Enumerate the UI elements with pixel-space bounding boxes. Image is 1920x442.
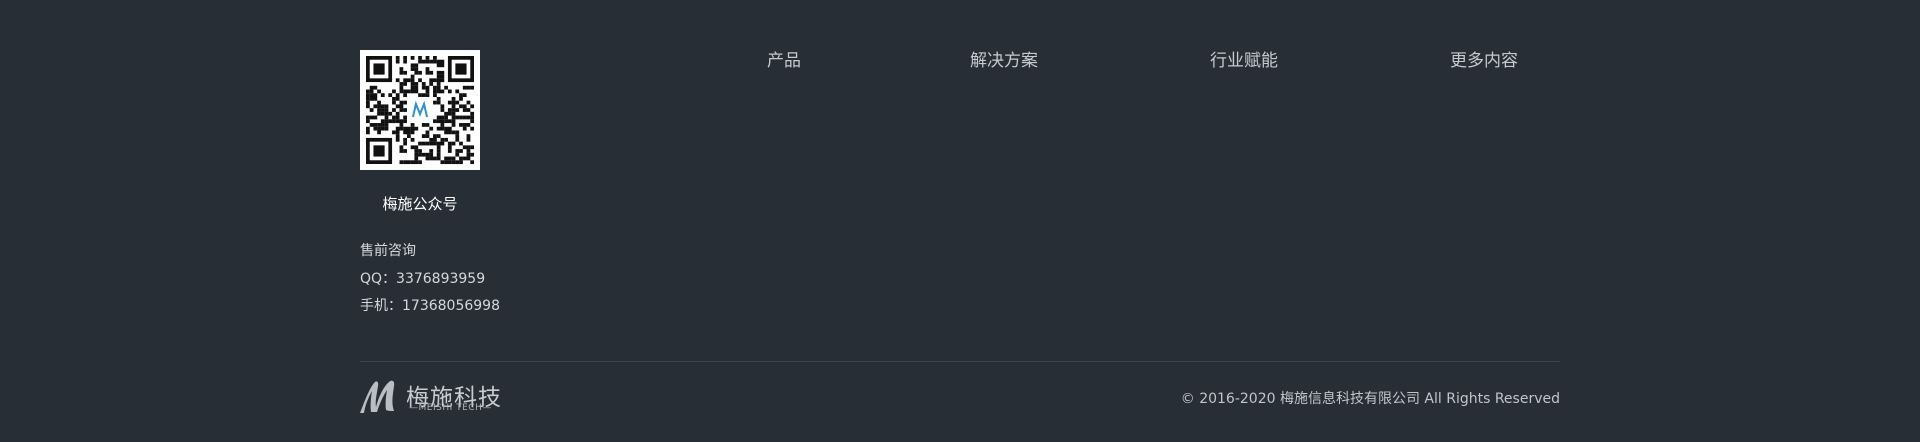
nav-more[interactable]: 更多内容 bbox=[1450, 46, 1518, 71]
brand-subtitle: —MEISHI TECH— bbox=[409, 403, 492, 413]
wechat-qr-code bbox=[360, 50, 480, 170]
qr-code-image bbox=[366, 56, 475, 165]
site-footer: 梅施公众号 售前咨询 QQ：3376893959 手机：17368056998 … bbox=[0, 0, 1920, 442]
qq-contact: QQ：3376893959 bbox=[360, 271, 486, 287]
presales-heading: 售前咨询 bbox=[360, 243, 416, 259]
nav-products[interactable]: 产品 bbox=[767, 46, 801, 71]
nav-industry[interactable]: 行业赋能 bbox=[1210, 46, 1278, 71]
qr-caption: 梅施公众号 bbox=[382, 195, 458, 213]
phone-contact: 手机：17368056998 bbox=[360, 298, 500, 314]
footer-divider bbox=[360, 361, 1560, 362]
brand-logo[interactable]: 梅施科技 —MEISHI TECH— bbox=[358, 377, 503, 415]
copyright-text: © 2016-2020 梅施信息科技有限公司 All Rights Reserv… bbox=[1180, 391, 1560, 407]
meishi-m-logo-icon bbox=[360, 380, 395, 413]
nav-solutions[interactable]: 解决方案 bbox=[970, 46, 1038, 71]
